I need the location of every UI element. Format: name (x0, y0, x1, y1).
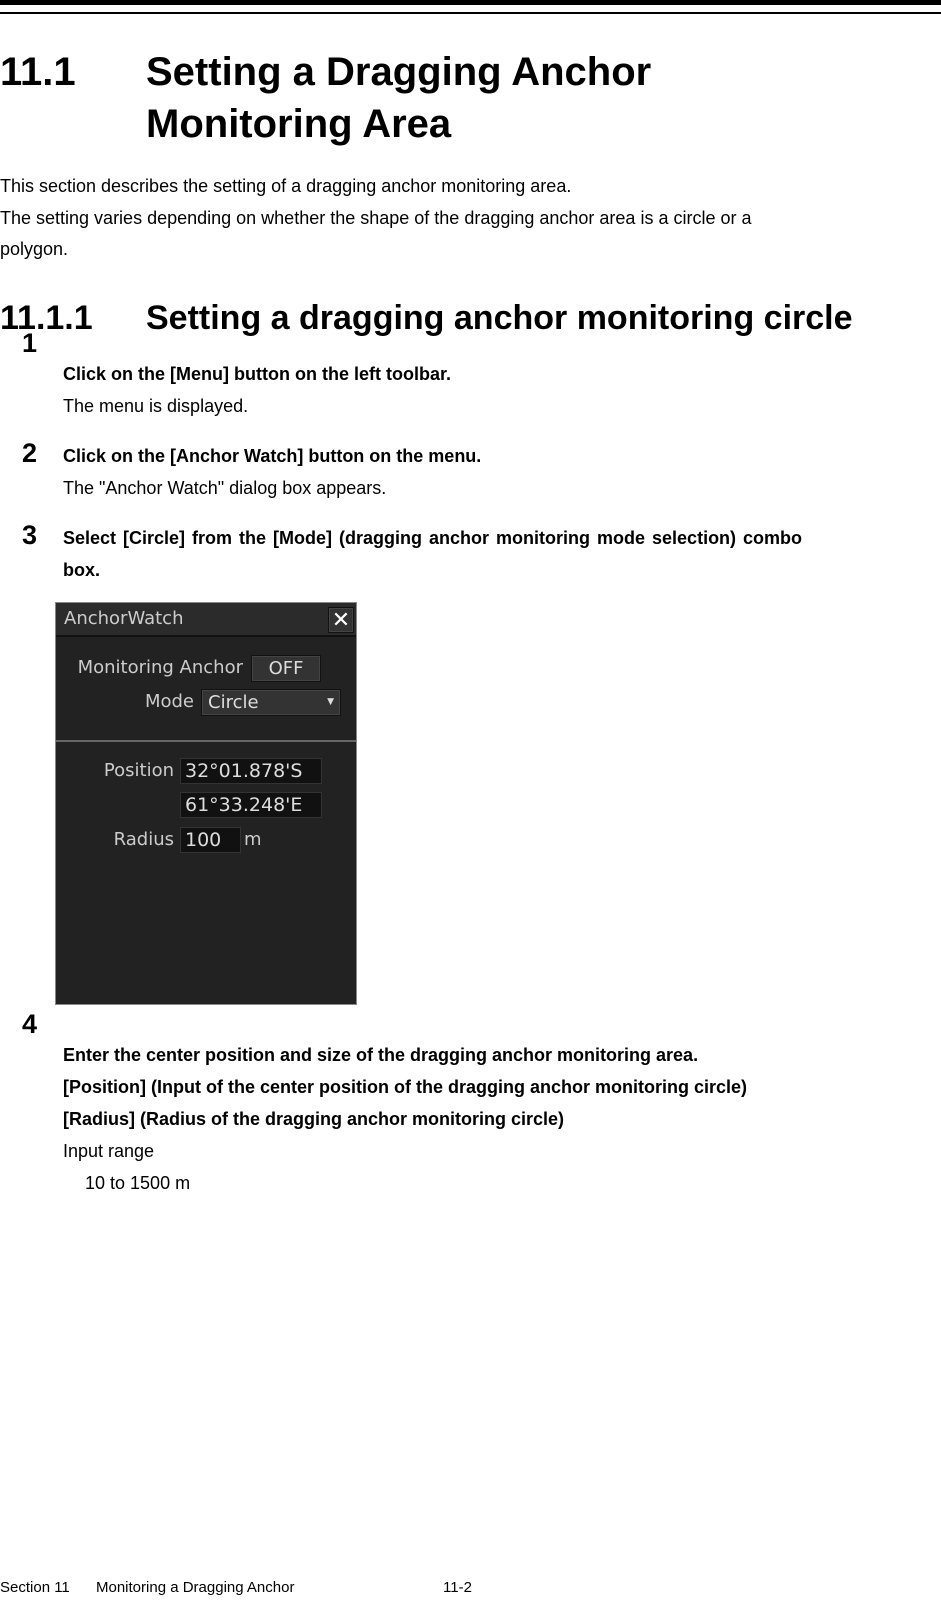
step-number: 3 (22, 520, 38, 550)
chevron-down-icon: ▼ (327, 697, 334, 707)
step-instruction: Enter the center position and size of th… (63, 1045, 699, 1065)
mode-label: Mode (144, 691, 194, 712)
footer-chapter: Monitoring a Dragging Anchor (96, 1579, 295, 1596)
header-rule-thick (0, 0, 941, 5)
longitude-input[interactable]: 61°33.248'E (180, 792, 322, 818)
radius-label: Radius (113, 829, 174, 850)
step-result: The menu is displayed. (63, 396, 249, 416)
step-number: 1 (22, 328, 38, 358)
close-icon: ✕ (331, 607, 351, 633)
step-number: 4 (22, 1009, 38, 1039)
footer-section: Section 11 (0, 1579, 70, 1596)
step-instruction: Click on the [Menu] button on the left t… (63, 364, 451, 384)
header-rule-thin (0, 12, 941, 14)
step-detail: [Radius] (Radius of the dragging anchor … (63, 1109, 565, 1129)
step-result: The "Anchor Watch" dialog box appears. (63, 478, 387, 498)
latitude-input[interactable]: 32°01.878'S (180, 758, 322, 784)
step-detail: [Position] (Input of the center position… (63, 1077, 747, 1097)
dialog-title: AnchorWatch (64, 608, 184, 629)
subheading-number: 11.1.1 (0, 299, 93, 337)
monitoring-anchor-toggle[interactable]: OFF (251, 655, 321, 682)
dialog-title-bar: AnchorWatch ✕ (56, 603, 356, 637)
step-instruction: Click on the [Anchor Watch] button on th… (63, 446, 482, 466)
step-instruction: box. (63, 560, 101, 580)
position-label: Position (103, 760, 174, 781)
intro-line: polygon. (0, 239, 69, 259)
heading-title-line2: Monitoring Area (146, 102, 452, 146)
dialog-divider (56, 740, 356, 742)
footer-page-number: 11-2 (443, 1579, 472, 1596)
step-detail: Input range (63, 1141, 155, 1161)
subheading-title: Setting a dragging anchor monitoring cir… (146, 299, 853, 337)
mode-value: Circle (208, 692, 259, 713)
step-number: 2 (22, 438, 38, 468)
heading-title-line1: Setting a Dragging Anchor (146, 50, 652, 94)
anchor-watch-dialog: AnchorWatch ✕ Monitoring Anchor OFF Mode… (55, 602, 357, 1005)
close-button[interactable]: ✕ (328, 607, 354, 633)
intro-line: This section describes the setting of a … (0, 176, 572, 196)
heading-number: 11.1 (0, 50, 76, 94)
step-instruction: Select [Circle] from the [Mode] (draggin… (63, 528, 803, 548)
mode-combo[interactable]: Circle ▼ (201, 689, 341, 716)
document-page: 11.1 Setting a Dragging Anchor Monitorin… (0, 0, 941, 1621)
radius-input[interactable]: 100 (180, 827, 241, 853)
monitoring-anchor-label: Monitoring Anchor (77, 657, 243, 678)
radius-unit: m (244, 829, 262, 850)
intro-line: The setting varies depending on whether … (0, 208, 752, 228)
input-range-value: 10 to 1500 m (85, 1173, 191, 1193)
